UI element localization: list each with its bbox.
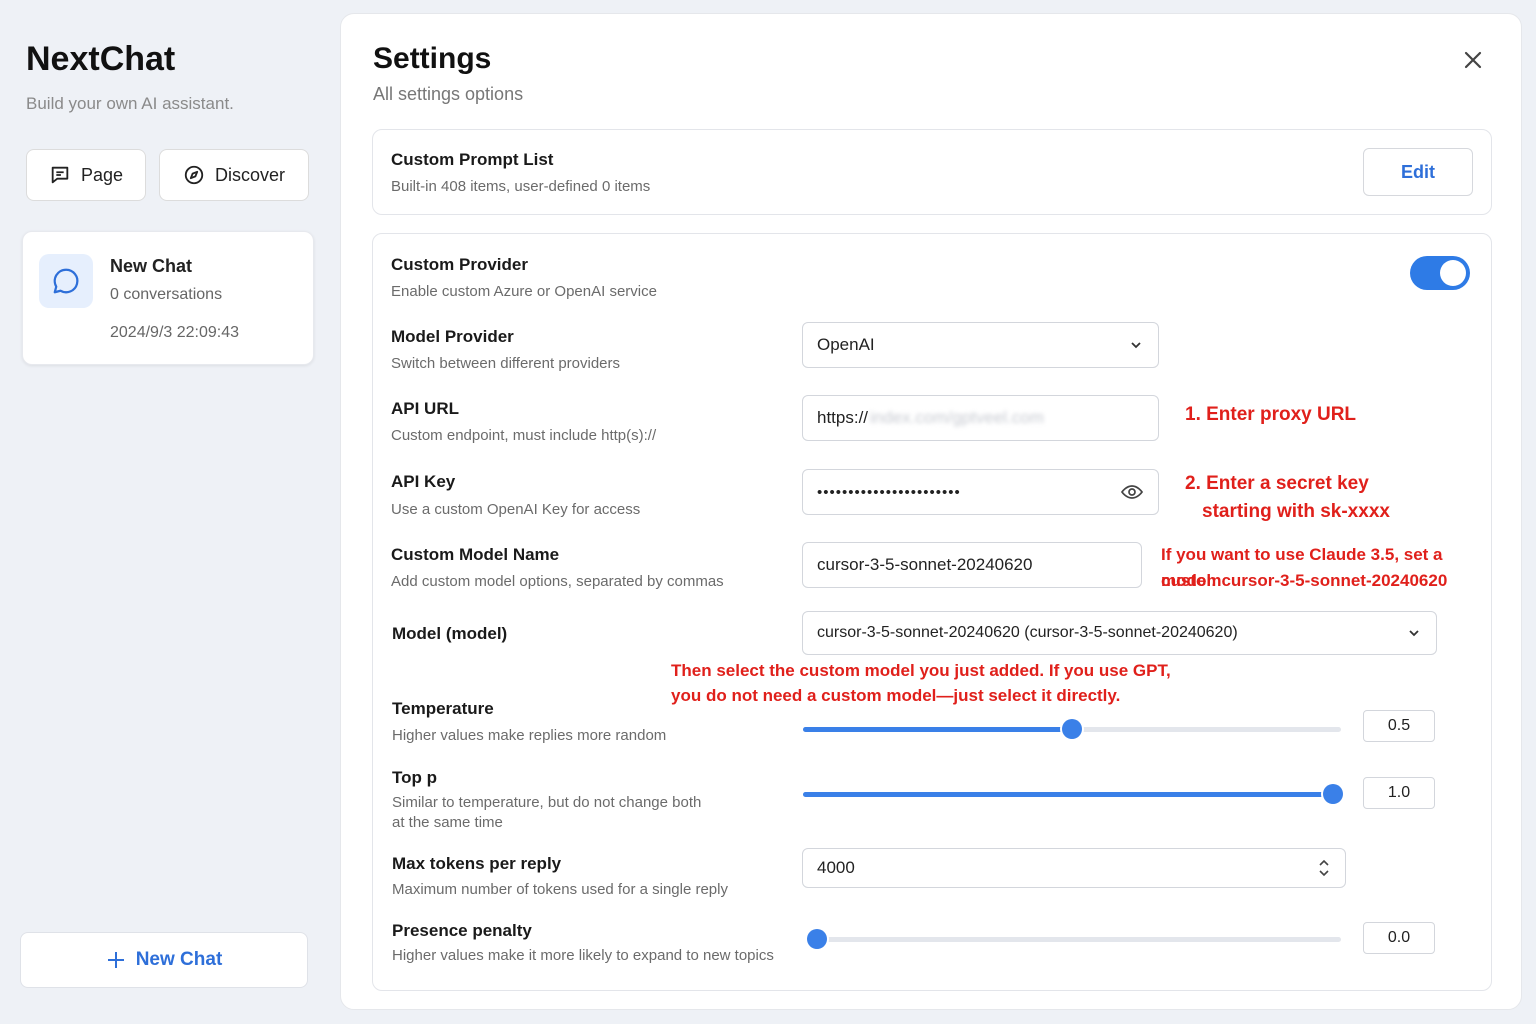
top-p-value[interactable]: 1.0 — [1363, 777, 1435, 809]
api-key-value: ••••••••••••••••••••••• — [817, 483, 961, 501]
top-p-slider[interactable] — [803, 784, 1343, 804]
max-tokens-label: Max tokens per reply — [392, 854, 562, 873]
presence-penalty-slider-handle[interactable] — [807, 929, 827, 949]
settings-panel: Settings All settings options Custom Pro… — [340, 13, 1522, 1010]
api-key-desc: Use a custom OpenAI Key for access — [391, 501, 641, 518]
temperature-desc: Higher values make replies more random — [392, 727, 667, 744]
page-subtitle: All settings options — [373, 84, 524, 104]
annotation-select-1: Then select the custom model you just ad… — [671, 661, 1171, 680]
presence-penalty-slider[interactable] — [807, 929, 1341, 949]
presence-penalty-desc: Higher values make it more likely to exp… — [392, 947, 774, 964]
custom-provider-toggle[interactable] — [1410, 256, 1470, 290]
app-title: NextChat — [26, 40, 176, 78]
model-provider-value: OpenAI — [817, 335, 875, 354]
compass-icon — [184, 165, 204, 185]
chat-avatar — [39, 254, 93, 308]
model-label: Model (model) — [392, 624, 508, 643]
discover-button-label: Discover — [214, 164, 285, 185]
top-p-desc-2: at the same time — [392, 814, 503, 831]
annotation-select-2: you do not need a custom model—just sele… — [671, 686, 1121, 705]
api-key-input[interactable]: ••••••••••••••••••••••• — [802, 469, 1159, 515]
chat-item[interactable]: New Chat 0 conversations 2024/9/3 22:09:… — [22, 231, 314, 365]
top-p-label: Top p — [392, 768, 437, 787]
api-url-label: API URL — [391, 399, 459, 418]
page-title: Settings — [373, 42, 492, 75]
discover-button[interactable]: Discover — [159, 149, 309, 201]
chat-title: New Chat — [110, 256, 193, 276]
temperature-value[interactable]: 0.5 — [1363, 710, 1435, 742]
page-button-label: Page — [80, 164, 124, 185]
stepper-icon[interactable] — [1317, 857, 1331, 879]
prompt-list-section: Custom Prompt List Built-in 408 items, u… — [372, 129, 1492, 215]
api-url-input[interactable]: https:// index.com/gptveel.com — [802, 395, 1159, 441]
api-url-blurred: index.com/gptveel.com — [870, 408, 1044, 427]
chat-count: 0 conversations — [110, 286, 223, 303]
annotation-secret-key-2: starting with sk-xxxx — [1202, 501, 1390, 522]
prompt-list-label: Custom Prompt List — [391, 150, 554, 169]
temperature-slider[interactable] — [803, 719, 1341, 739]
annotation-secret-key-1: 2. Enter a secret key — [1185, 473, 1369, 494]
model-value: cursor-3-5-sonnet-20240620 (cursor-3-5-s… — [817, 624, 1238, 641]
api-url-value: https:// — [817, 408, 869, 427]
model-provider-label: Model Provider — [391, 327, 514, 346]
eye-icon[interactable] — [1120, 480, 1144, 504]
custom-provider-label: Custom Provider — [391, 255, 528, 274]
model-provider-select[interactable]: OpenAI — [802, 322, 1159, 368]
annotation-proxy-url: 1. Enter proxy URL — [1185, 404, 1357, 425]
edit-button[interactable]: Edit — [1363, 148, 1473, 196]
top-p-slider-fill — [803, 792, 1333, 797]
provider-section: Custom Provider Enable custom Azure or O… — [372, 233, 1492, 991]
model-select[interactable]: cursor-3-5-sonnet-20240620 (cursor-3-5-s… — [802, 611, 1437, 655]
chevron-down-icon — [1409, 630, 1419, 637]
page-button[interactable]: Page — [26, 149, 146, 201]
prompt-list-desc: Built-in 408 items, user-defined 0 items — [391, 178, 651, 195]
new-chat-button[interactable]: New Chat — [20, 932, 308, 988]
custom-model-value: cursor-3-5-sonnet-20240620 — [817, 555, 1033, 574]
custom-model-input[interactable]: cursor-3-5-sonnet-20240620 — [802, 542, 1142, 588]
temperature-label: Temperature — [392, 699, 494, 718]
plus-icon — [107, 952, 124, 968]
chat-bubble-icon — [53, 268, 79, 294]
annotation-claude-2: model: cursor-3-5-sonnet-20240620 — [1161, 571, 1448, 590]
temperature-slider-fill — [803, 727, 1072, 732]
presence-penalty-label: Presence penalty — [392, 921, 532, 940]
custom-model-label: Custom Model Name — [391, 545, 560, 564]
model-provider-desc: Switch between different providers — [391, 355, 621, 372]
api-key-label: API Key — [391, 472, 456, 491]
max-tokens-value: 4000 — [817, 858, 855, 877]
app-subtitle: Build your own AI assistant. — [26, 94, 234, 113]
sidebar: NextChat Build your own AI assistant. Pa… — [0, 0, 336, 1024]
temperature-slider-handle[interactable] — [1062, 719, 1082, 739]
presence-penalty-value[interactable]: 0.0 — [1363, 922, 1435, 954]
message-square-icon — [51, 166, 69, 184]
top-p-slider-handle[interactable] — [1323, 784, 1343, 804]
custom-provider-desc: Enable custom Azure or OpenAI service — [391, 283, 657, 300]
chevron-down-icon — [1131, 342, 1141, 349]
chat-date: 2024/9/3 22:09:43 — [110, 324, 240, 341]
max-tokens-input[interactable]: 4000 — [802, 848, 1346, 888]
new-chat-label: New Chat — [135, 949, 223, 970]
top-p-desc: Similar to temperature, but do not chang… — [392, 794, 702, 811]
max-tokens-desc: Maximum number of tokens used for a sing… — [392, 881, 728, 898]
custom-model-desc: Add custom model options, separated by c… — [391, 573, 724, 590]
api-url-desc: Custom endpoint, must include http(s):// — [391, 427, 657, 444]
close-icon[interactable] — [1461, 48, 1485, 72]
